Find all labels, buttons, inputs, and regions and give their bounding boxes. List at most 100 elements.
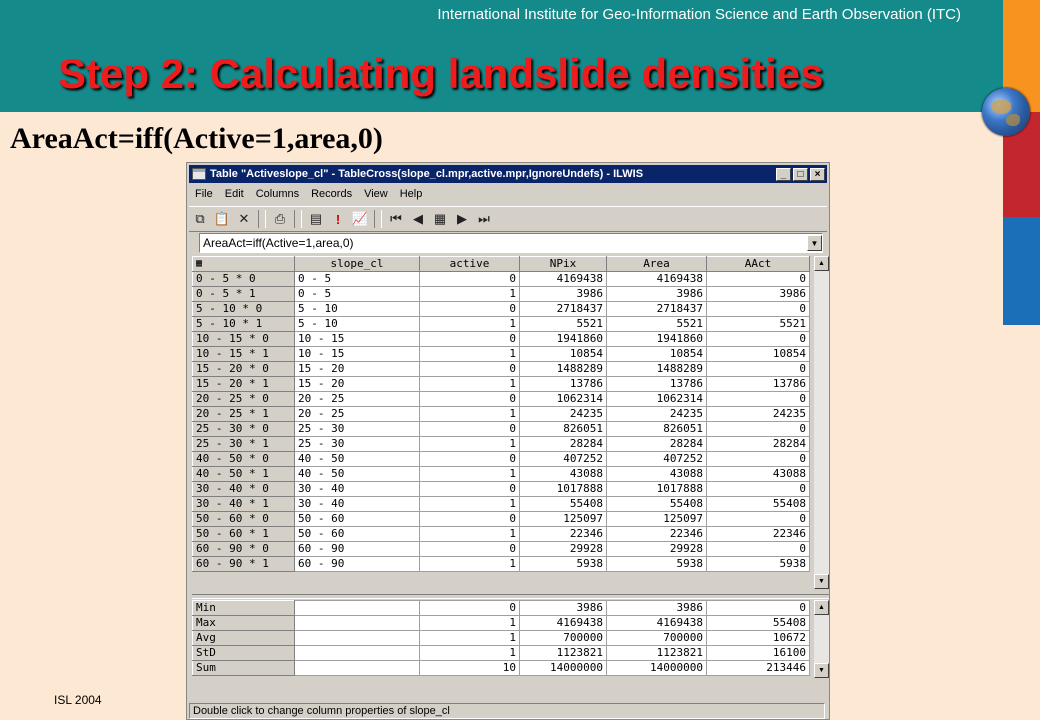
cell-active[interactable]: 0 bbox=[419, 511, 520, 527]
table-row[interactable]: 0 - 5 * 00 - 5 0 4169438 4169438 0 bbox=[192, 271, 810, 287]
previous-record-icon[interactable]: ◀ bbox=[407, 209, 429, 229]
cell-slope_cl[interactable]: 25 - 30 bbox=[294, 436, 420, 452]
cell-slope_cl[interactable]: 0 - 5 bbox=[294, 271, 420, 287]
cell-aact[interactable]: 0 bbox=[706, 331, 810, 347]
scroll-down-icon[interactable]: ▼ bbox=[814, 574, 829, 589]
table-row[interactable]: 10 - 15 * 0 10 - 15 0 1941860 1941860 0 bbox=[192, 331, 810, 347]
cell-slope_cl[interactable]: 60 - 90 bbox=[294, 541, 420, 557]
cell-area[interactable]: 700000 bbox=[606, 630, 707, 646]
cell-active[interactable]: 0 bbox=[419, 451, 520, 467]
cell-aact[interactable]: 0 bbox=[706, 600, 810, 616]
table-row[interactable]: 5 - 10 * 15 - 10 1 5521 5521 5521 bbox=[192, 316, 810, 332]
row-key[interactable]: 20 - 25 * 0 bbox=[192, 391, 295, 407]
cell-slope_cl[interactable]: 15 - 20 bbox=[294, 376, 420, 392]
menu-view[interactable]: View bbox=[358, 188, 394, 200]
row-key[interactable]: 40 - 50 * 1 bbox=[192, 466, 295, 482]
stats-row[interactable]: Avg 1 700000 700000 10672 bbox=[192, 630, 810, 646]
cell-active[interactable]: 1 bbox=[419, 615, 520, 631]
table-row[interactable]: 30 - 40 * 1 30 - 40 1 55408 55408 55408 bbox=[192, 496, 810, 512]
cell-aact[interactable]: 16100 bbox=[706, 645, 810, 661]
table-row[interactable]: 0 - 5 * 10 - 5 1 3986 3986 3986 bbox=[192, 286, 810, 302]
graph-icon[interactable]: 📈 bbox=[349, 209, 371, 229]
table-row[interactable]: 40 - 50 * 1 40 - 50 1 43088 43088 43088 bbox=[192, 466, 810, 482]
cell-active[interactable]: 1 bbox=[419, 406, 520, 422]
cell-npix[interactable]: 43088 bbox=[519, 466, 607, 482]
print-icon[interactable]: ⎙ bbox=[269, 209, 291, 229]
table-row[interactable]: 60 - 90 * 0 60 - 90 0 29928 29928 0 bbox=[192, 541, 810, 557]
cell-npix[interactable]: 22346 bbox=[519, 526, 607, 542]
cell-area[interactable]: 13786 bbox=[606, 376, 707, 392]
cell-area[interactable]: 1941860 bbox=[606, 331, 707, 347]
copy-icon[interactable]: ⧉ bbox=[189, 209, 211, 229]
cell-aact[interactable]: 0 bbox=[706, 391, 810, 407]
cell-active[interactable]: 1 bbox=[419, 466, 520, 482]
next-record-icon[interactable]: ▶ bbox=[451, 209, 473, 229]
cell-slope_cl[interactable]: 20 - 25 bbox=[294, 391, 420, 407]
cell-area[interactable]: 5938 bbox=[606, 556, 707, 572]
cell-area[interactable]: 826051 bbox=[606, 421, 707, 437]
goto-record-icon[interactable]: ▦ bbox=[429, 209, 451, 229]
cell-active[interactable]: 0 bbox=[419, 541, 520, 557]
cell-area[interactable]: 29928 bbox=[606, 541, 707, 557]
cell-aact[interactable]: 3986 bbox=[706, 286, 810, 302]
cell-area[interactable]: 1123821 bbox=[606, 645, 707, 661]
properties-icon[interactable]: ▤ bbox=[305, 209, 327, 229]
cell-area[interactable]: 14000000 bbox=[606, 660, 707, 676]
cell-area[interactable]: 3986 bbox=[606, 286, 707, 302]
row-key[interactable]: 25 - 30 * 1 bbox=[192, 436, 295, 452]
row-key[interactable]: Sum bbox=[192, 660, 295, 676]
cell-npix[interactable]: 700000 bbox=[519, 630, 607, 646]
cell-active[interactable]: 0 bbox=[419, 301, 520, 317]
column-header-area[interactable]: Area bbox=[606, 256, 707, 272]
stats-row[interactable]: Min 0 3986 3986 0 bbox=[192, 600, 810, 616]
cell-npix[interactable]: 5938 bbox=[519, 556, 607, 572]
row-key[interactable]: 15 - 20 * 0 bbox=[192, 361, 295, 377]
command-line[interactable]: AreaAct=iff(Active=1,area,0) ▼ bbox=[199, 233, 823, 253]
cell-area[interactable]: 4169438 bbox=[606, 271, 707, 287]
cell-slope_cl[interactable]: 15 - 20 bbox=[294, 361, 420, 377]
table-row[interactable]: 40 - 50 * 0 40 - 50 0 407252 407252 0 bbox=[192, 451, 810, 467]
column-header-aact[interactable]: AAct bbox=[706, 256, 810, 272]
row-key[interactable]: 0 - 5 * 1 bbox=[192, 286, 295, 302]
cell-npix[interactable]: 28284 bbox=[519, 436, 607, 452]
cell-slope_cl[interactable]: 60 - 90 bbox=[294, 556, 420, 572]
cell-active[interactable]: 0 bbox=[419, 421, 520, 437]
stats-row[interactable]: Max 1 4169438 4169438 55408 bbox=[192, 615, 810, 631]
paste-icon[interactable]: 📋 bbox=[211, 209, 233, 229]
column-header-active[interactable]: active bbox=[419, 256, 520, 272]
cell-aact[interactable]: 0 bbox=[706, 271, 810, 287]
cell-aact[interactable]: 0 bbox=[706, 451, 810, 467]
cell-npix[interactable]: 1488289 bbox=[519, 361, 607, 377]
cell-slope_cl[interactable] bbox=[294, 600, 420, 616]
cell-aact[interactable]: 24235 bbox=[706, 406, 810, 422]
cell-area[interactable]: 24235 bbox=[606, 406, 707, 422]
row-key[interactable]: Avg bbox=[192, 630, 295, 646]
cell-npix[interactable]: 125097 bbox=[519, 511, 607, 527]
cell-aact[interactable]: 213446 bbox=[706, 660, 810, 676]
corner-icon[interactable]: ▦ bbox=[192, 256, 295, 272]
cell-area[interactable]: 3986 bbox=[606, 600, 707, 616]
cell-active[interactable]: 0 bbox=[419, 481, 520, 497]
cell-area[interactable]: 28284 bbox=[606, 436, 707, 452]
table-row[interactable]: 30 - 40 * 0 30 - 40 0 1017888 1017888 0 bbox=[192, 481, 810, 497]
row-key[interactable]: 0 - 5 * 0 bbox=[192, 271, 295, 287]
cell-slope_cl[interactable] bbox=[294, 615, 420, 631]
stats-row[interactable]: Sum 10 14000000 14000000 213446 bbox=[192, 660, 810, 676]
menu-records[interactable]: Records bbox=[305, 188, 358, 200]
menu-edit[interactable]: Edit bbox=[219, 188, 250, 200]
chevron-down-icon[interactable]: ▼ bbox=[807, 235, 822, 251]
table-row[interactable]: 50 - 60 * 1 50 - 60 1 22346 22346 22346 bbox=[192, 526, 810, 542]
cell-active[interactable]: 0 bbox=[419, 361, 520, 377]
cell-slope_cl[interactable]: 10 - 15 bbox=[294, 346, 420, 362]
maximize-button[interactable]: □ bbox=[793, 167, 808, 181]
cell-slope_cl[interactable]: 25 - 30 bbox=[294, 421, 420, 437]
cell-active[interactable]: 1 bbox=[419, 286, 520, 302]
cell-active[interactable]: 10 bbox=[419, 660, 520, 676]
row-key[interactable]: Max bbox=[192, 615, 295, 631]
close-button[interactable]: × bbox=[810, 167, 825, 181]
cell-aact[interactable]: 0 bbox=[706, 421, 810, 437]
table-row[interactable]: 25 - 30 * 0 25 - 30 0 826051 826051 0 bbox=[192, 421, 810, 437]
cell-area[interactable]: 1062314 bbox=[606, 391, 707, 407]
column-header-npix[interactable]: NPix bbox=[519, 256, 607, 272]
cell-area[interactable]: 2718437 bbox=[606, 301, 707, 317]
